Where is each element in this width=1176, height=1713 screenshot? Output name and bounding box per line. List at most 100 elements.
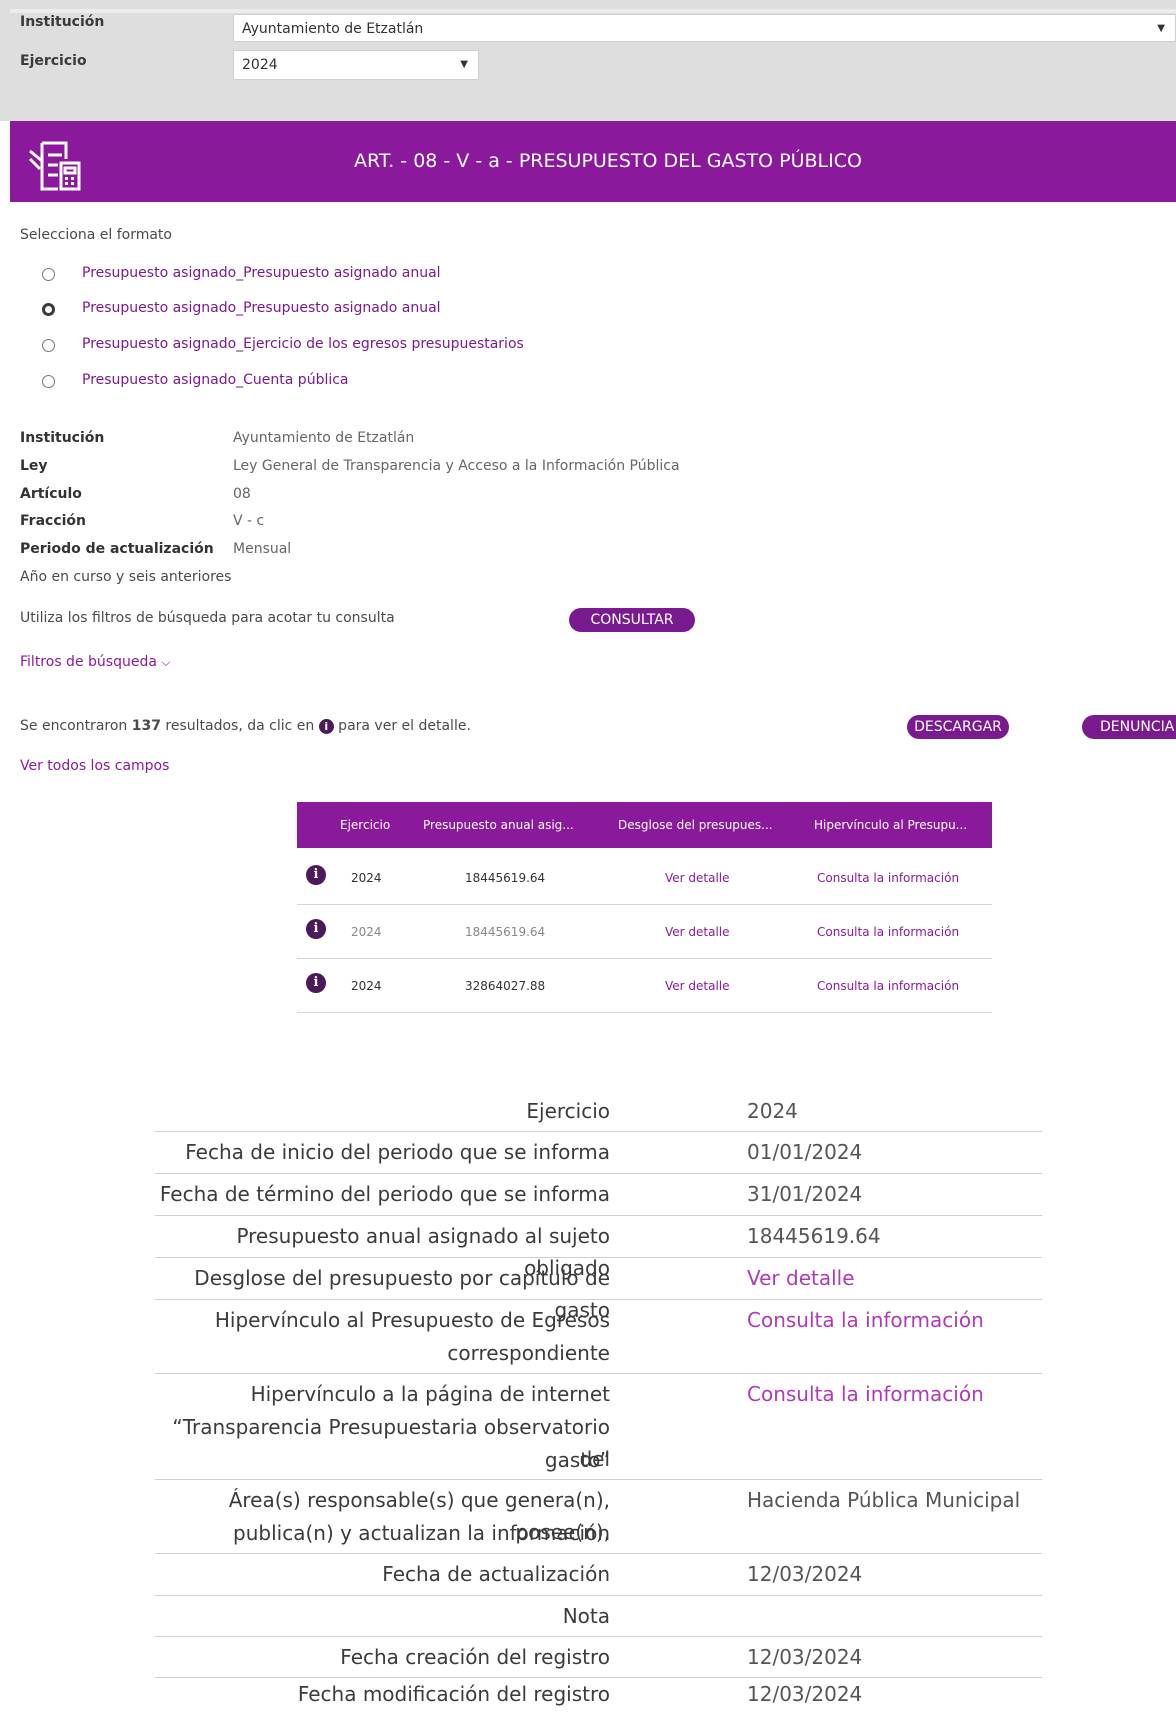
format-option-label[interactable]: Presupuesto asignado_Cuenta pública — [82, 372, 349, 388]
detail-row: Fecha de inicio del periodo que se infor… — [155, 1132, 1042, 1174]
filtros-toggle[interactable]: Filtros de búsqueda ⌵ — [20, 654, 170, 670]
ver-detalle-link[interactable]: Ver detalle — [665, 925, 730, 939]
info-icon[interactable]: i — [306, 865, 326, 885]
detail-label: gasto” — [544, 1448, 610, 1472]
consulta-informacion-link[interactable]: Consulta la información — [747, 1378, 984, 1410]
consulta-informacion-link[interactable]: Consulta la información — [747, 1304, 984, 1336]
section-banner: ART. - 08 - V - a - PRESUPUESTO DEL GAST… — [10, 121, 1176, 202]
meta-articulo-label: Artículo — [20, 486, 82, 502]
detail-row: Área(s) responsable(s) que genera(n), po… — [155, 1480, 1042, 1554]
detail-value: 01/01/2024 — [747, 1140, 863, 1164]
info-icon[interactable]: i — [306, 973, 326, 993]
consulta-informacion-link[interactable]: Consulta la información — [817, 871, 959, 885]
meta-institucion-value: Ayuntamiento de Etzatlán — [233, 430, 415, 446]
ejercicio-select[interactable]: 2024 ▼ — [233, 50, 479, 80]
results-suffix-2: para ver el detalle. — [333, 718, 471, 734]
detail-value: 12/03/2024 — [747, 1562, 863, 1586]
detail-row: Fecha modificación del registro 12/03/20… — [155, 1678, 1042, 1712]
cell-presupuesto: 18445619.64 — [465, 871, 546, 885]
consulta-informacion-link[interactable]: Consulta la información — [817, 979, 959, 993]
ver-detalle-link[interactable]: Ver detalle — [665, 979, 730, 993]
format-option-1[interactable]: Presupuesto asignado_Presupuesto asignad… — [42, 262, 441, 286]
denuncia-button[interactable]: DENUNCIA — [1082, 715, 1176, 739]
meta-ley-label: Ley — [20, 458, 48, 474]
chevron-down-icon: ⌵ — [161, 655, 171, 669]
meta-periodo-label: Periodo de actualización — [20, 541, 214, 557]
meta-ley-value: Ley General de Transparencia y Acceso a … — [233, 458, 680, 474]
detail-value: 31/01/2024 — [747, 1182, 863, 1206]
institucion-select-value: Ayuntamiento de Etzatlán — [242, 21, 424, 37]
col-hipervinculo[interactable]: Hipervínculo al Presupu... — [814, 818, 967, 832]
detail-row: Fecha de actualización 12/03/2024 — [155, 1554, 1042, 1596]
format-prompt: Selecciona el formato — [20, 227, 172, 243]
detail-row: Hipervínculo al Presupuesto de Egresos c… — [155, 1300, 1042, 1374]
results-summary: Se encontraron 137 resultados, da clic e… — [20, 718, 471, 734]
search-hint: Utiliza los filtros de búsqueda para aco… — [20, 610, 395, 626]
consulta-informacion-link[interactable]: Consulta la información — [817, 925, 959, 939]
format-option-4[interactable]: Presupuesto asignado_Cuenta pública — [42, 369, 349, 393]
radio-button[interactable] — [42, 338, 55, 352]
institucion-select[interactable]: Ayuntamiento de Etzatlán ▼ — [233, 14, 1176, 42]
meta-fraccion-label: Fracción — [20, 513, 87, 529]
detail-value: 12/03/2024 — [747, 1682, 863, 1706]
detail-label: Fecha de actualización — [382, 1562, 610, 1586]
detail-value: 18445619.64 — [747, 1224, 881, 1248]
conservacion-text: Año en curso y seis anteriores — [20, 569, 232, 585]
detail-label: Fecha de término del periodo que se info… — [159, 1182, 610, 1206]
results-count: 137 — [131, 718, 161, 734]
radio-button[interactable] — [42, 267, 55, 281]
chevron-down-icon: ▼ — [460, 59, 468, 70]
detail-row: Desglose del presupuesto por capítulo de… — [155, 1258, 1042, 1322]
table-row: i 2024 18445619.64 Ver detalle Consulta … — [297, 905, 992, 959]
filtros-label[interactable]: Filtros de búsqueda — [20, 654, 157, 670]
format-option-label[interactable]: Presupuesto asignado_Presupuesto asignad… — [82, 300, 441, 316]
filter-bar: Institución Ayuntamiento de Etzatlán ▼ E… — [0, 0, 1176, 121]
detail-value: Hacienda Pública Municipal — [747, 1488, 1021, 1512]
ver-detalle-link[interactable]: Ver detalle — [665, 871, 730, 885]
format-option-2[interactable]: Presupuesto asignado_Presupuesto asignad… — [42, 297, 441, 321]
detail-label: Fecha de inicio del periodo que se infor… — [185, 1140, 610, 1164]
detail-row: Nota — [155, 1596, 1042, 1637]
page-title: ART. - 08 - V - a - PRESUPUESTO DEL GAST… — [354, 150, 862, 172]
ver-detalle-link[interactable]: Ver detalle — [747, 1262, 855, 1294]
detail-label: Hipervínculo a la página de internet — [250, 1382, 610, 1406]
detail-label: Hipervínculo al Presupuesto de Egresos — [214, 1308, 610, 1332]
info-icon: i — [318, 719, 334, 734]
detail-row: Fecha de término del periodo que se info… — [155, 1174, 1042, 1216]
cell-presupuesto: 32864027.88 — [465, 979, 546, 993]
ver-todos-campos-link[interactable]: Ver todos los campos — [20, 758, 169, 774]
results-suffix: resultados, da clic en — [160, 718, 319, 734]
cell-presupuesto: 18445619.64 — [465, 925, 546, 939]
meta-fraccion-value: V - c — [233, 513, 265, 529]
results-table-header: Ejercicio Presupuesto anual asig... Desg… — [297, 802, 992, 848]
detail-row: Hipervínculo a la página de internet “Tr… — [155, 1374, 1042, 1480]
detail-row: Presupuesto anual asignado al sujeto obl… — [155, 1216, 1042, 1280]
radio-button[interactable] — [42, 374, 55, 388]
info-icon[interactable]: i — [306, 919, 326, 939]
top-strip — [10, 9, 1176, 13]
ejercicio-label: Ejercicio — [20, 53, 87, 69]
radio-button-selected[interactable] — [42, 302, 55, 316]
results-prefix: Se encontraron — [20, 718, 132, 734]
detail-label: publica(n) y actualizan la información — [233, 1521, 610, 1545]
detail-row: Ejercicio 2024 — [155, 1091, 1042, 1132]
detail-label: Ejercicio — [526, 1099, 610, 1123]
detail-value: 12/03/2024 — [747, 1645, 863, 1669]
meta-articulo-value: 08 — [233, 486, 251, 502]
detail-label: correspondiente — [447, 1341, 610, 1365]
detail-label: Fecha modificación del registro — [297, 1682, 610, 1706]
col-presupuesto[interactable]: Presupuesto anual asig... — [423, 818, 574, 832]
format-option-label[interactable]: Presupuesto asignado_Presupuesto asignad… — [82, 265, 441, 281]
consultar-button[interactable]: CONSULTAR — [569, 608, 695, 632]
format-option-3[interactable]: Presupuesto asignado_Ejercicio de los eg… — [42, 333, 524, 357]
descargar-button[interactable]: DESCARGAR — [907, 715, 1009, 739]
cell-ejercicio: 2024 — [351, 979, 382, 993]
format-option-label[interactable]: Presupuesto asignado_Ejercicio de los eg… — [82, 336, 524, 352]
table-row: i 2024 32864027.88 Ver detalle Consulta … — [297, 959, 992, 1013]
meta-periodo-value: Mensual — [233, 541, 292, 557]
detail-label: Fecha creación del registro — [340, 1645, 610, 1669]
meta-institucion-label: Institución — [20, 430, 105, 446]
detail-label: “Transparencia Presupuestaria observator… — [172, 1415, 610, 1471]
col-desglose[interactable]: Desglose del presupues... — [618, 818, 773, 832]
col-ejercicio[interactable]: Ejercicio — [340, 818, 390, 832]
